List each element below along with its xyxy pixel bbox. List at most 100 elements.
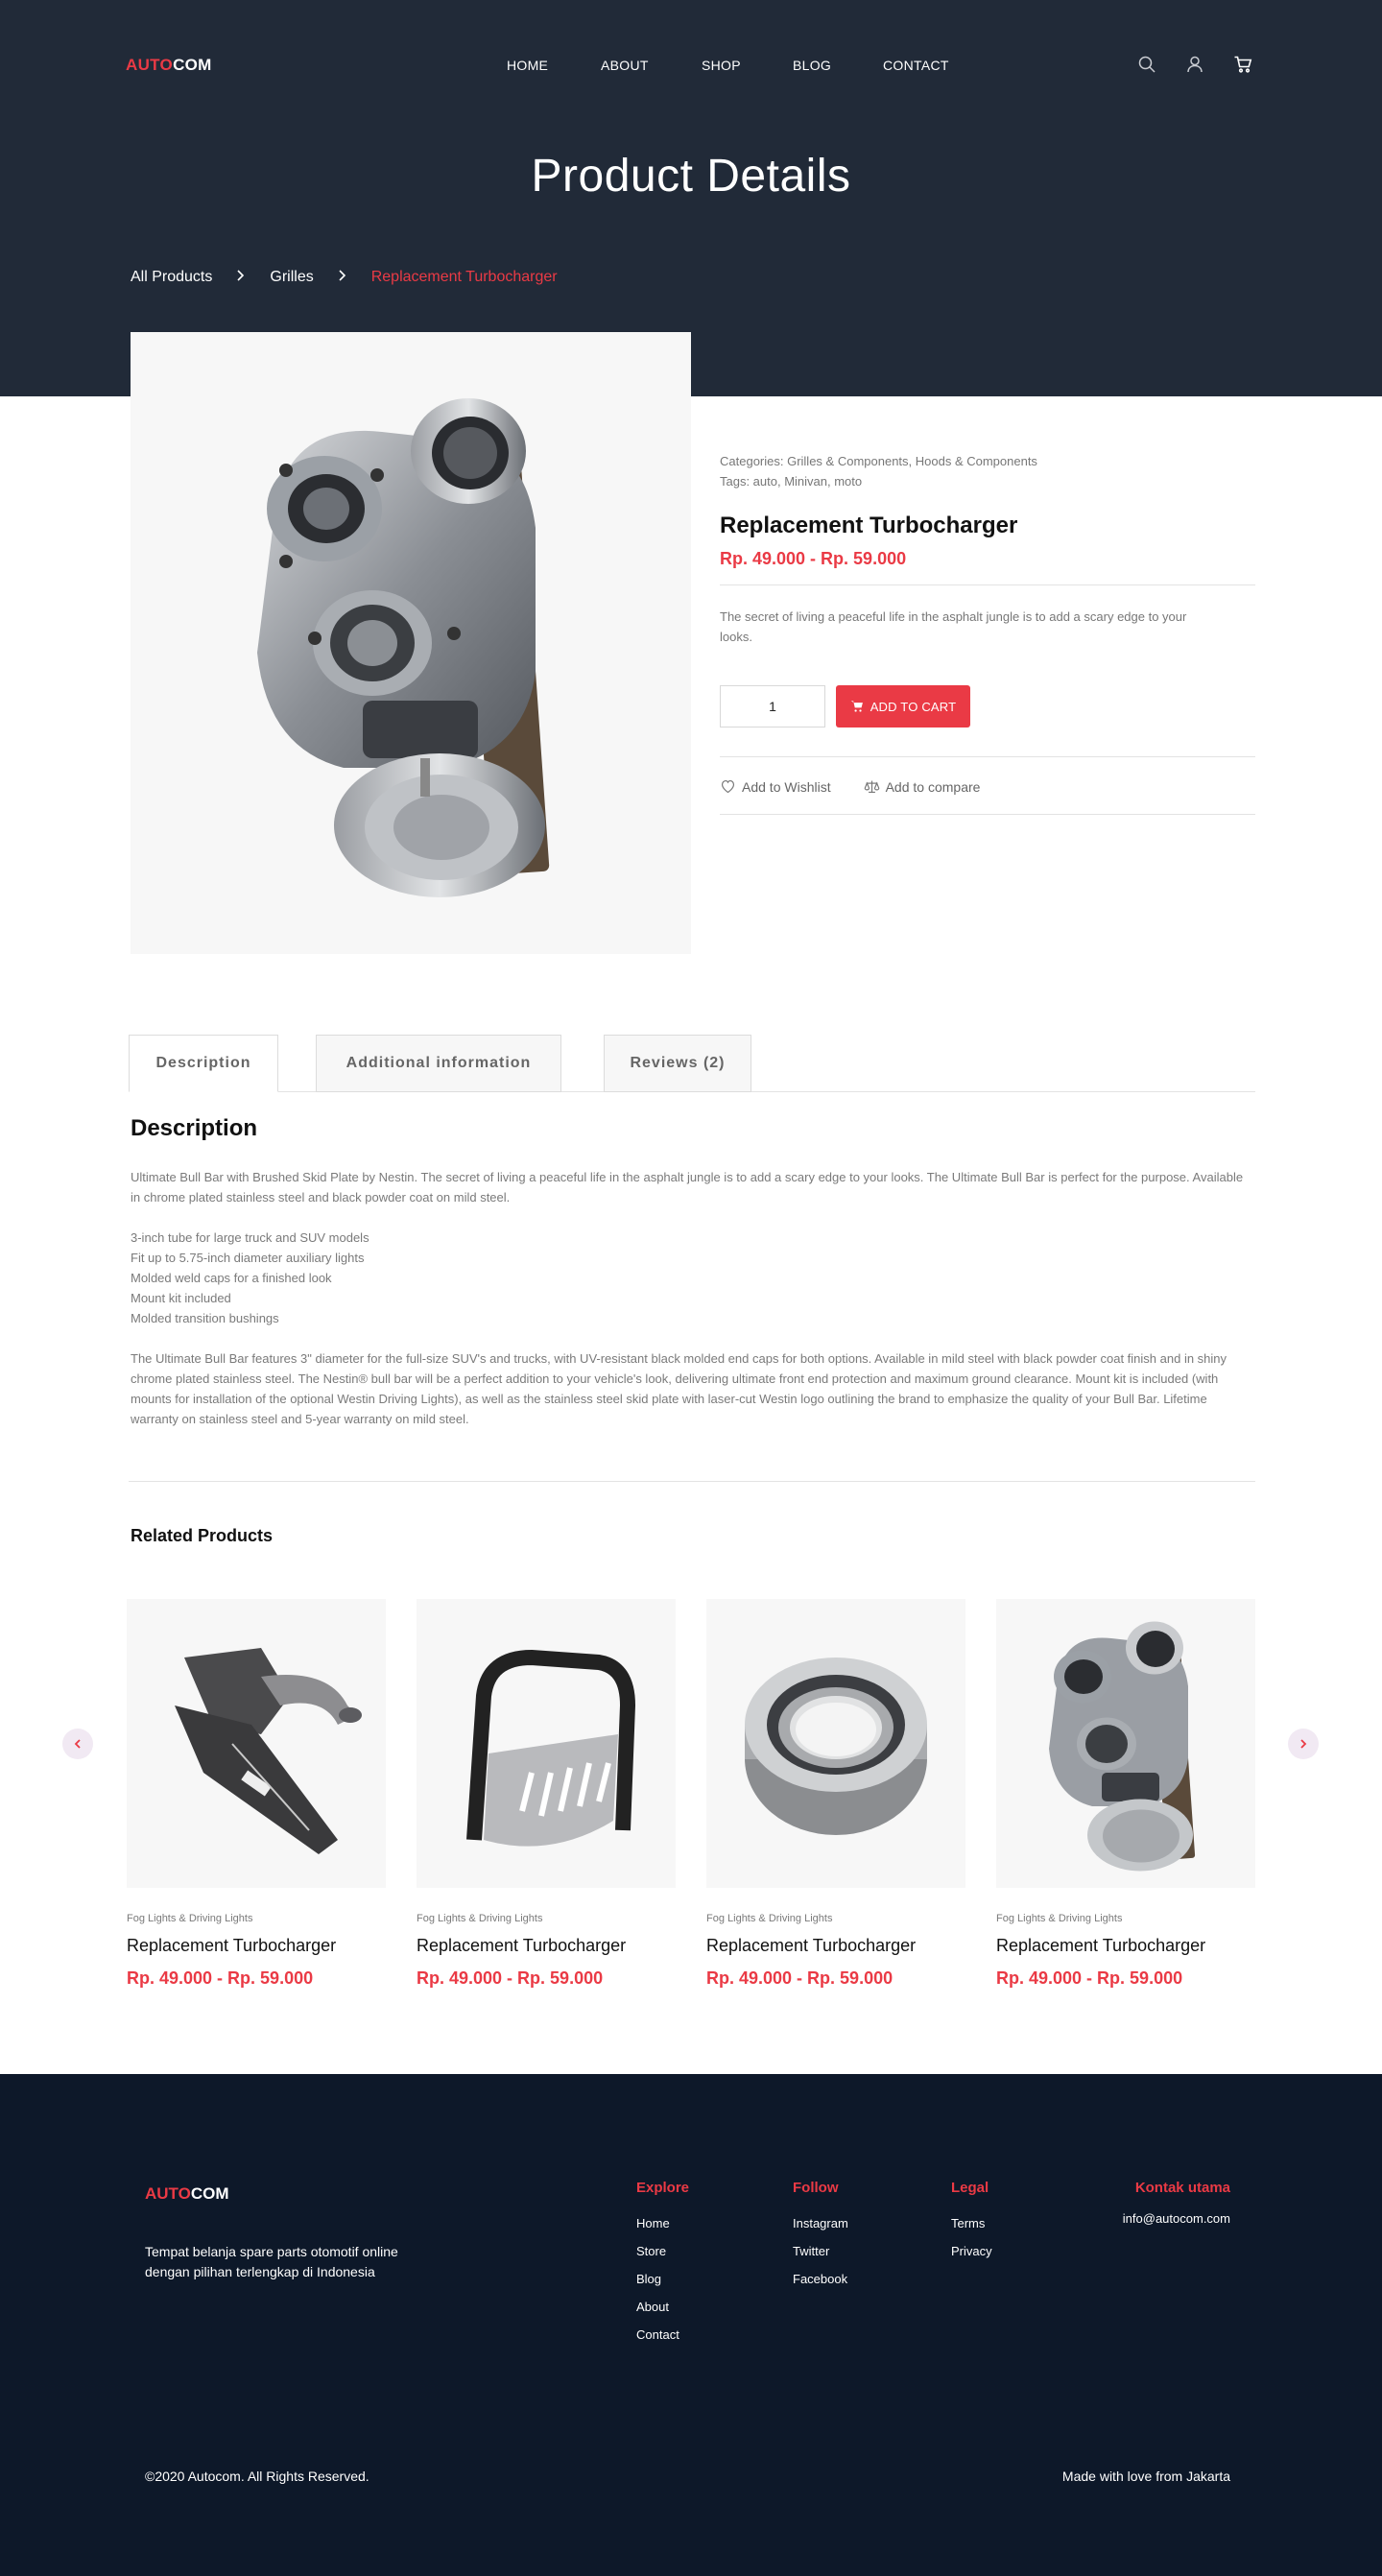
product-title[interactable]: Replacement Turbocharger xyxy=(706,1936,965,1956)
product-image[interactable] xyxy=(131,332,691,954)
related-product-card[interactable]: Fog Lights & Driving Lights Replacement … xyxy=(417,1599,676,1989)
footer-link-blog[interactable]: Blog xyxy=(636,2271,689,2287)
product-title[interactable]: Replacement Turbocharger xyxy=(417,1936,676,1956)
nav-icons xyxy=(1136,54,1280,75)
turbocharger-image xyxy=(257,398,550,897)
footer-heading: Legal xyxy=(951,2180,989,2196)
feature-item: Fit up to 5.75-inch diameter auxiliary l… xyxy=(131,1251,365,1265)
footer-link-privacy[interactable]: Privacy xyxy=(951,2243,992,2259)
product-category: Fog Lights & Driving Lights xyxy=(996,1913,1123,1924)
product-price: Rp. 49.000 - Rp. 59.000 xyxy=(720,549,907,568)
product-categories: Categories: Grilles & Components, Hoods … xyxy=(720,454,1037,468)
footer-link-store[interactable]: Store xyxy=(636,2243,689,2259)
footer-logo[interactable]: AUTOCOM xyxy=(145,2184,229,2204)
product-price: Rp. 49.000 - Rp. 59.000 xyxy=(996,1968,1183,1988)
add-to-cart-label: ADD TO CART xyxy=(870,699,957,714)
tab-additional-information[interactable]: Additional information xyxy=(316,1035,561,1092)
nav-blog[interactable]: BLOG xyxy=(793,58,831,73)
cart-icon xyxy=(850,701,863,712)
footer-link-home[interactable]: Home xyxy=(636,2215,689,2231)
cart-icon[interactable] xyxy=(1232,54,1253,75)
product-actions: Add to Wishlist Add to compare xyxy=(720,778,1255,795)
footer-link-facebook[interactable]: Facebook xyxy=(793,2271,848,2287)
product-thumbnail[interactable] xyxy=(996,1599,1255,1888)
product-thumbnail[interactable] xyxy=(706,1599,965,1888)
page-title: Product Details xyxy=(531,151,851,202)
logo-text-auto: AUTO xyxy=(126,56,174,74)
footer: AUTOCOM Tempat belanja spare parts otomo… xyxy=(0,2074,1382,2576)
logo-text-com: COM xyxy=(173,56,212,74)
logo-text-com: COM xyxy=(190,2184,229,2203)
chevron-right-icon xyxy=(235,269,247,286)
nav-shop[interactable]: SHOP xyxy=(702,58,741,73)
divider xyxy=(129,1481,1255,1482)
carousel-prev-button[interactable] xyxy=(62,1729,93,1759)
product-price: Rp. 49.000 - Rp. 59.000 xyxy=(706,1968,894,1988)
compare-label: Add to compare xyxy=(885,778,981,795)
nav-contact[interactable]: CONTACT xyxy=(883,58,949,73)
breadcrumb-current: Replacement Turbocharger xyxy=(370,269,558,285)
footer-heading: Follow xyxy=(793,2180,839,2196)
feature-list: 3-inch tube for large truck and SUV mode… xyxy=(131,1228,1255,1328)
footer-link-contact[interactable]: Contact xyxy=(636,2326,689,2343)
related-products-title: Related Products xyxy=(131,1526,274,1545)
footer-follow: Follow Instagram Twitter Facebook xyxy=(793,2180,848,2299)
related-product-card[interactable]: Fog Lights & Driving Lights Replacement … xyxy=(706,1599,965,1989)
scale-icon xyxy=(864,780,879,794)
logo-text-auto: AUTO xyxy=(145,2184,191,2203)
heart-icon xyxy=(721,779,735,794)
footer-link-twitter[interactable]: Twitter xyxy=(793,2243,848,2259)
wheel-bearing-image xyxy=(745,1657,927,1835)
top-nav: AUTOCOM HOME ABOUT SHOP BLOG CONTACT xyxy=(0,0,1382,131)
footer-contact: Kontak utama info@autocom.com xyxy=(1123,2180,1230,2226)
contact-email[interactable]: info@autocom.com xyxy=(1123,2211,1230,2226)
nav-home[interactable]: HOME xyxy=(507,58,548,73)
feature-item: Molded transition bushings xyxy=(131,1311,279,1325)
divider xyxy=(720,814,1255,815)
tab-reviews[interactable]: Reviews (2) xyxy=(604,1035,751,1092)
description-body: Ultimate Bull Bar with Brushed Skid Plat… xyxy=(131,1167,1255,1449)
search-icon[interactable] xyxy=(1136,54,1157,75)
footer-link-instagram[interactable]: Instagram xyxy=(793,2215,848,2231)
product-short-description: The secret of living a peaceful life in … xyxy=(720,609,1187,644)
nav-about[interactable]: ABOUT xyxy=(601,58,649,73)
user-icon[interactable] xyxy=(1184,54,1205,75)
carousel-next-button[interactable] xyxy=(1288,1729,1319,1759)
logo[interactable]: AUTOCOM xyxy=(126,56,212,75)
copyright: ©2020 Autocom. All Rights Reserved. xyxy=(145,2469,369,2484)
product-info: Categories: Grilles & Components, Hoods … xyxy=(720,451,1255,815)
made-with-love: Made with love from Jakarta xyxy=(1061,2469,1230,2484)
footer-explore: Explore Home Store Blog About Contact xyxy=(636,2180,689,2354)
footer-legal: Legal Terms Privacy xyxy=(951,2180,992,2271)
feature-item: Mount kit included xyxy=(131,1291,231,1305)
footer-link-about[interactable]: About xyxy=(636,2299,689,2315)
add-to-cart-button[interactable]: ADD TO CART xyxy=(836,685,970,727)
breadcrumb: All Products Grilles Replacement Turboch… xyxy=(131,269,558,286)
footer-link-terms[interactable]: Terms xyxy=(951,2215,992,2231)
footer-heading: Explore xyxy=(636,2180,690,2196)
footer-tagline: Tempat belanja spare parts otomotif onli… xyxy=(145,2244,398,2279)
tab-description[interactable]: Description xyxy=(129,1035,278,1092)
related-product-card[interactable]: Fog Lights & Driving Lights Replacement … xyxy=(996,1599,1255,1989)
product-category: Fog Lights & Driving Lights xyxy=(127,1913,253,1924)
product-thumbnail[interactable] xyxy=(417,1599,676,1888)
add-to-wishlist-link[interactable]: Add to Wishlist xyxy=(720,778,831,795)
product-title[interactable]: Replacement Turbocharger xyxy=(996,1936,1255,1956)
product-tags: Tags: auto, Minivan, moto xyxy=(720,474,863,489)
wishlist-label: Add to Wishlist xyxy=(742,778,831,795)
product-title[interactable]: Replacement Turbocharger xyxy=(127,1936,386,1956)
product-price: Rp. 49.000 - Rp. 59.000 xyxy=(417,1968,604,1988)
air-intake-image xyxy=(175,1647,362,1854)
feature-item: Molded weld caps for a finished look xyxy=(131,1271,332,1285)
breadcrumb-grilles[interactable]: Grilles xyxy=(270,269,313,286)
chevron-right-icon xyxy=(337,269,348,286)
quantity-input[interactable]: 1 xyxy=(720,685,825,727)
feature-item: 3-inch tube for large truck and SUV mode… xyxy=(131,1230,369,1245)
breadcrumb-all-products[interactable]: All Products xyxy=(131,269,212,286)
product-category: Fog Lights & Driving Lights xyxy=(706,1913,833,1924)
product-thumbnail[interactable] xyxy=(127,1599,386,1888)
related-product-card[interactable]: Fog Lights & Driving Lights Replacement … xyxy=(127,1599,386,1989)
description-outro: The Ultimate Bull Bar features 3" diamet… xyxy=(131,1351,1227,1426)
turbocharger-image xyxy=(1049,1621,1196,1871)
add-to-compare-link[interactable]: Add to compare xyxy=(864,778,981,795)
